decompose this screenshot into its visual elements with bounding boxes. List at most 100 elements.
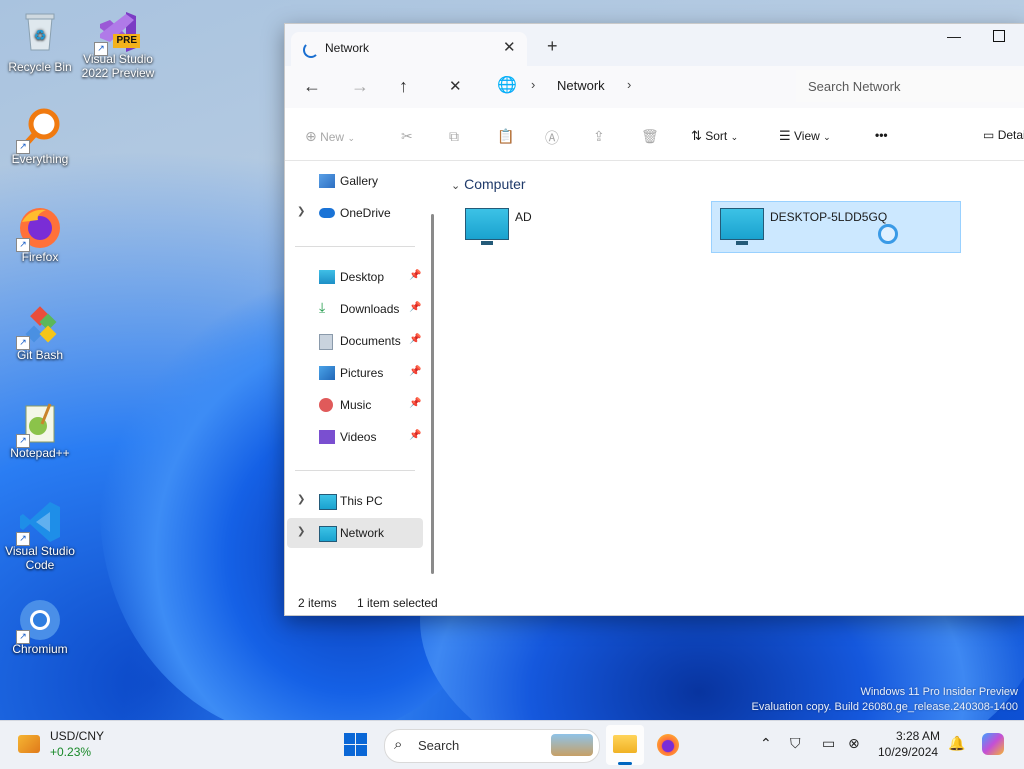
delete-icon[interactable]: 🗑 (641, 128, 659, 145)
breadcrumb-network[interactable]: Network (557, 78, 605, 93)
sidebar-item-label: Gallery (340, 174, 379, 188)
videos-icon (319, 430, 335, 444)
chevron-right-icon[interactable]: ❯ (297, 206, 305, 217)
start-button[interactable] (344, 733, 368, 757)
widgets-button[interactable]: USD/CNY +0.23% (14, 727, 124, 763)
notification-bell-icon[interactable]: 🔔 (948, 735, 965, 752)
gallery-icon (319, 174, 335, 188)
sidebar-item-network[interactable]: ❯ Network (287, 518, 423, 548)
group-label: Computer (464, 176, 526, 192)
desktop-icon-chromium[interactable]: ↗ Chromium (0, 596, 80, 656)
firefox-icon: ↗ (16, 204, 64, 252)
more-options-button[interactable]: ••• (875, 128, 888, 142)
sidebar-item-this-pc[interactable]: ❯ This PC (287, 486, 423, 516)
desktop-icon-label: Visual Studio (5, 544, 75, 558)
desktop-icon-recycle-bin[interactable]: ♻ Recycle Bin (0, 8, 80, 74)
item-name: DESKTOP-5LDD5GQ (770, 210, 888, 224)
item-count: 2 items (298, 596, 337, 610)
minimize-button[interactable]: — (947, 28, 961, 44)
paste-icon[interactable]: 📋 (497, 128, 514, 145)
chevron-right-icon[interactable]: ❯ (297, 526, 305, 537)
onedrive-cloud-icon (319, 208, 335, 218)
share-icon[interactable]: ⇪ (593, 128, 605, 145)
forward-button[interactable]: → (351, 76, 369, 97)
taskbar: USD/CNY +0.23% ⌕ Search ⌃ ⛉ ▭ ⊗ 3:28 AM … (0, 720, 1024, 769)
desktop-icon-label: Firefox (21, 250, 59, 264)
pin-icon[interactable]: 📌 (409, 302, 421, 313)
title-bar[interactable]: Network ✕ + — (285, 24, 1024, 66)
sidebar-item-label: OneDrive (340, 206, 391, 220)
computer-item-desktop-5ldd5gq[interactable]: DESKTOP-5LDD5GQ (711, 201, 961, 253)
display-icon[interactable]: ▭ (822, 735, 835, 752)
pin-icon[interactable]: 📌 (409, 430, 421, 441)
search-input[interactable]: Search Network (796, 70, 1024, 102)
desktop-icon-git-bash[interactable]: ↗ Git Bash (0, 302, 80, 362)
sidebar-item-downloads[interactable]: ⤓ Downloads 📌 (287, 294, 423, 324)
sidebar-item-music[interactable]: Music 📌 (287, 390, 423, 420)
shortcut-arrow-icon: ↗ (16, 630, 30, 644)
sidebar-item-gallery[interactable]: Gallery (287, 166, 423, 196)
pin-icon[interactable]: 📌 (409, 334, 421, 345)
search-highlight-icon (551, 734, 593, 756)
pin-icon[interactable]: 📌 (409, 270, 421, 281)
pin-icon[interactable]: 📌 (409, 366, 421, 377)
notepad-plus-plus-icon: ↗ (16, 400, 64, 448)
computer-item-ad[interactable]: AD (457, 202, 697, 252)
recycle-bin-icon: ♻ (16, 8, 64, 56)
windows-logo-icon (356, 733, 367, 744)
new-tab-button[interactable]: + (547, 36, 558, 57)
sidebar-item-onedrive[interactable]: ❯ OneDrive (287, 198, 423, 228)
maximize-button[interactable] (993, 30, 1005, 42)
taskbar-file-explorer[interactable] (606, 725, 644, 765)
desktop-icon-visual-studio-preview[interactable]: PRE ↗ Visual Studio 2022 Preview (78, 8, 158, 80)
sort-label: Sort (705, 129, 728, 143)
windows-logo-icon (344, 733, 355, 744)
sidebar-item-videos[interactable]: Videos 📌 (287, 422, 423, 452)
sort-button[interactable]: ⇅ Sort ⌄ (691, 128, 738, 144)
stop-loading-button[interactable]: ✕ (449, 77, 462, 95)
chevron-up-icon[interactable]: ⌃ (760, 735, 772, 752)
desktop-icon-vscode[interactable]: ↗ Visual Studio Code (0, 498, 80, 572)
pin-icon[interactable]: 📌 (409, 398, 421, 409)
selection-count: 1 item selected (357, 596, 438, 610)
view-button[interactable]: ☰ View ⌄ (779, 128, 831, 144)
pre-badge: PRE (113, 34, 140, 48)
taskbar-firefox[interactable] (654, 731, 682, 759)
clock-date[interactable]: 10/29/2024 (878, 745, 938, 759)
sidebar-item-pictures[interactable]: Pictures 📌 (287, 358, 423, 388)
sidebar-item-desktop[interactable]: Desktop 📌 (287, 262, 423, 292)
chevron-down-icon: ⌄ (347, 133, 355, 143)
sidebar-item-documents[interactable]: Documents 📌 (287, 326, 423, 356)
search-icon: ⌕ (394, 736, 403, 753)
copilot-icon[interactable] (982, 733, 1004, 755)
chevron-right-icon[interactable]: ❯ (297, 494, 305, 505)
chevron-right-icon[interactable]: › (627, 77, 631, 92)
up-button[interactable]: ↑ (399, 76, 408, 97)
loading-spinner-icon (303, 42, 319, 58)
desktop-icon-everything[interactable]: ↗ Everything (0, 106, 80, 166)
vpn-shield-icon[interactable]: ⛉ (790, 735, 801, 752)
close-tab-icon[interactable]: ✕ (503, 38, 516, 56)
back-button[interactable]: ← (303, 76, 321, 97)
sidebar-item-label: Pictures (340, 366, 384, 380)
new-label: New (320, 130, 345, 144)
desktop-icon-label: Chromium (12, 642, 68, 656)
sidebar-item-label: Music (340, 398, 372, 412)
desktop-icon-firefox[interactable]: ↗ Firefox (0, 204, 80, 264)
tab-network[interactable]: Network ✕ (291, 32, 527, 66)
sidebar-scrollbar[interactable] (431, 214, 434, 574)
chevron-right-icon[interactable]: › (531, 77, 535, 92)
copy-icon[interactable]: ⧉ (449, 128, 459, 145)
rename-icon[interactable]: Ⓐ (545, 128, 559, 148)
details-pane-button[interactable]: ▭ Details (983, 128, 1024, 142)
download-arrow-icon: ⤓ (319, 299, 326, 315)
breadcrumb[interactable]: 🌐 › Network › (485, 70, 790, 102)
cut-icon[interactable]: ✂ (401, 128, 413, 145)
network-disconnected-icon[interactable]: ⊗ (848, 735, 860, 752)
clock-time[interactable]: 3:28 AM (896, 729, 940, 743)
desktop-icon-notepad-plus-plus[interactable]: ↗ Notepad++ (0, 400, 80, 460)
taskbar-search-box[interactable]: ⌕ Search (384, 729, 600, 763)
group-header[interactable]: ⌄ Computer (451, 176, 526, 192)
shortcut-arrow-icon: ↗ (16, 140, 30, 154)
new-button[interactable]: ⊕ New ⌄ (305, 128, 355, 145)
